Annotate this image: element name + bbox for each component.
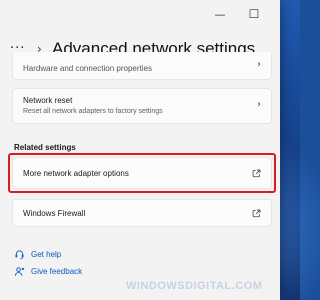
maximize-button[interactable]: ☐: [248, 7, 260, 21]
more-network-adapter-options-label: More network adapter options: [23, 169, 129, 178]
open-external-icon: [252, 209, 261, 218]
network-reset-item[interactable]: Network reset Reset all network adapters…: [12, 88, 272, 124]
get-help-label: Get help: [31, 249, 62, 259]
get-help-link[interactable]: Get help: [14, 247, 61, 261]
more-network-adapter-options-item[interactable]: More network adapter options: [12, 157, 272, 189]
give-feedback-link[interactable]: Give feedback: [14, 264, 82, 278]
network-reset-label: Network reset: [23, 96, 73, 105]
help-headset-icon: [15, 249, 24, 259]
watermark: WINDOWSDIGITAL.COM: [126, 280, 263, 292]
give-feedback-label: Give feedback: [31, 266, 83, 276]
settings-window: — ☐ ··· › Advanced network settings Hard…: [0, 0, 280, 300]
windows-firewall-label: Windows Firewall: [23, 209, 86, 218]
hardware-properties-item[interactable]: Hardware and connection properties ›: [12, 52, 272, 80]
title-bar: — ☐: [0, 0, 280, 30]
chevron-right-icon: ›: [257, 99, 261, 110]
minimize-button[interactable]: —: [214, 8, 226, 21]
open-external-icon: [252, 169, 261, 178]
windows-firewall-item[interactable]: Windows Firewall: [12, 199, 272, 227]
feedback-person-icon: [14, 266, 25, 276]
hardware-properties-label: Hardware and connection properties: [23, 64, 152, 73]
related-settings-heading: Related settings: [14, 143, 76, 152]
chevron-right-icon: ›: [257, 59, 261, 70]
network-reset-description: Reset all network adapters to factory se…: [23, 108, 163, 115]
